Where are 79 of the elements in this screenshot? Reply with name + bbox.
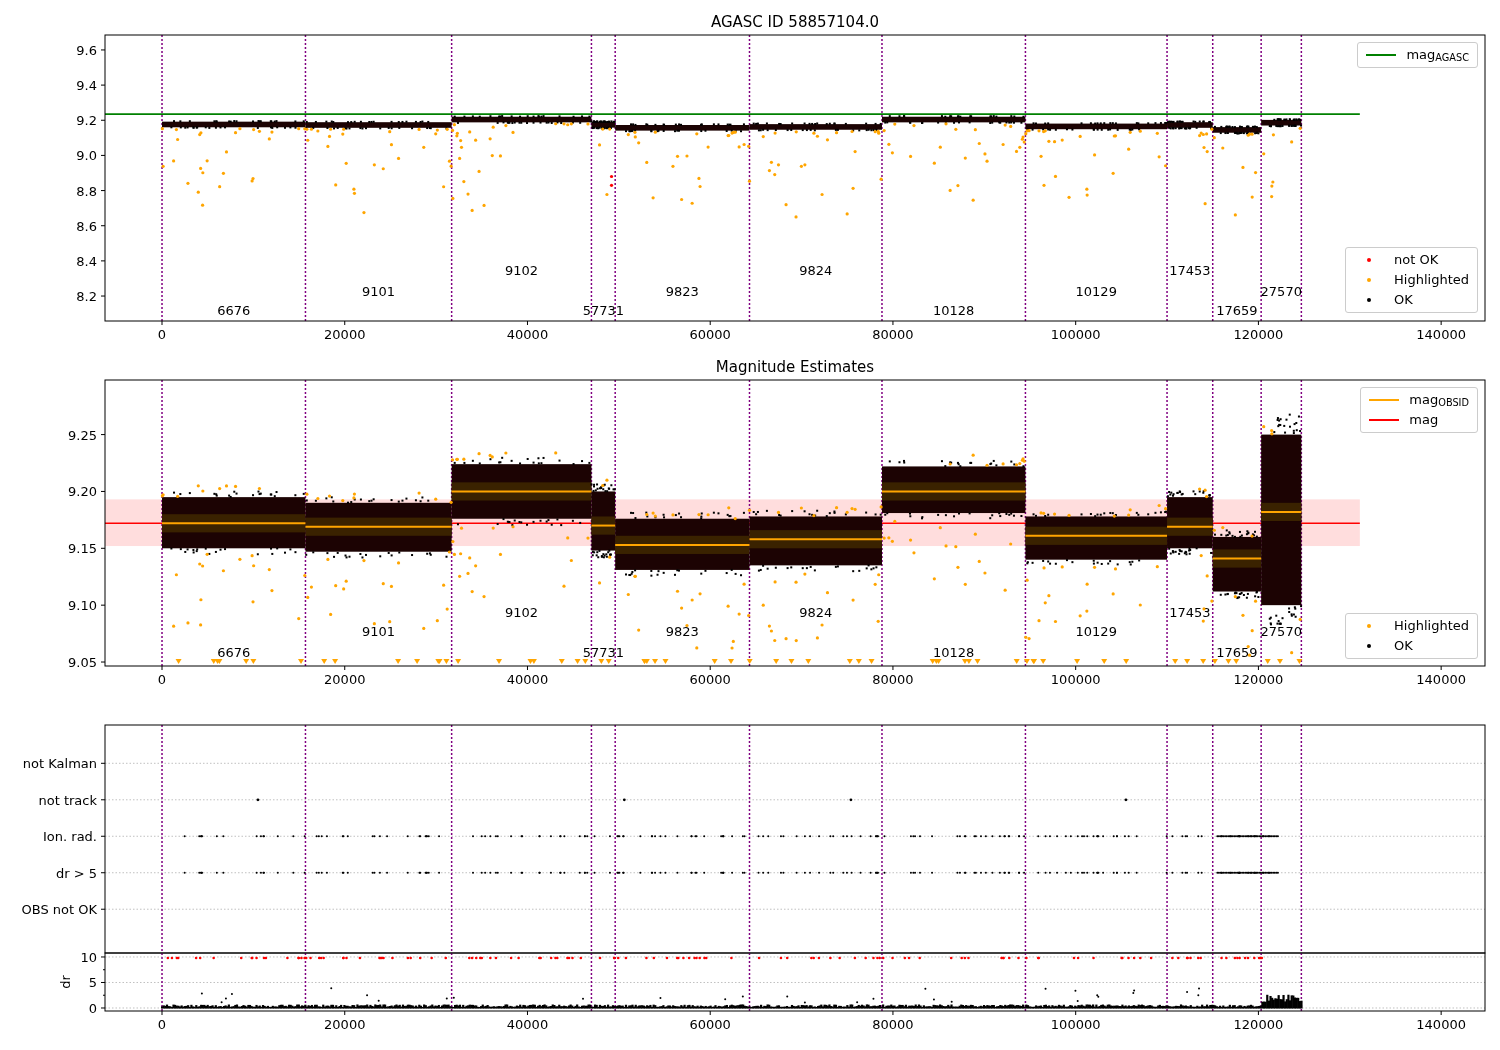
obsid-label: 6676 (217, 303, 251, 319)
tick-label: 10 (80, 950, 97, 965)
legend-label: OK (1394, 637, 1413, 655)
tick-label: 9.4 (76, 78, 97, 94)
tick-label: 80000 (872, 672, 914, 687)
tick-label: 8.2 (76, 289, 97, 305)
obsid-label: 17659 (1216, 644, 1258, 660)
obsid-label: 9102 (505, 262, 539, 278)
tick-label: 8.6 (76, 218, 97, 234)
tick-label: 8.8 (76, 183, 97, 199)
tick-label: 140000 (1416, 1017, 1466, 1032)
tick-label: 80000 (872, 327, 914, 342)
tick-label: 100000 (1050, 327, 1101, 342)
obsid-label: 10128 (933, 303, 975, 319)
tick-label: not Kalman (22, 756, 97, 772)
tick-label: 120000 (1233, 1017, 1284, 1032)
obsid-label: 17453 (1169, 605, 1211, 620)
chart-title: Magnitude Estimates (715, 358, 875, 376)
obsid-label: 10129 (1075, 283, 1117, 299)
obsid-label: 10128 (933, 644, 975, 660)
tick-label: 9.2 (76, 113, 97, 129)
obsid-label: 27570 (1260, 283, 1302, 299)
legend-label: Highlighted (1394, 271, 1469, 289)
tick-label: 9.10 (68, 598, 97, 614)
legend-label: mag (1409, 411, 1439, 429)
legend-label: Highlighted (1394, 617, 1469, 635)
obsid-label: 17659 (1216, 303, 1258, 319)
obsid-label: 9101 (362, 283, 396, 299)
tick-label: 9.20 (68, 484, 97, 500)
tick-label: 60000 (689, 327, 731, 342)
tick-label: 40000 (506, 672, 549, 687)
tick-label: 0 (157, 672, 167, 687)
obsid-label: 9824 (799, 605, 833, 620)
tick-label: 20000 (324, 1017, 366, 1032)
obsid-label: 6676 (217, 644, 251, 660)
obsid-label: 9823 (665, 624, 699, 640)
legend-label: mag$_{OBSID}$ (1409, 391, 1469, 409)
tick-label: 0 (157, 1017, 167, 1032)
tick-label: 0 (157, 327, 167, 342)
obsid-label: 9824 (799, 262, 833, 278)
tick-label: 8.4 (76, 253, 97, 269)
obsid-label: 9102 (505, 605, 539, 620)
tick-label: 100000 (1050, 1017, 1101, 1032)
tick-label: 9.6 (76, 42, 97, 58)
tick-label: 20000 (324, 327, 366, 342)
not-ok-points-drawing (609, 174, 614, 187)
tick-label: 60000 (689, 1017, 731, 1032)
obsid-label: 27570 (1260, 624, 1302, 640)
tick-label: not track (38, 792, 97, 808)
tick-label: 140000 (1416, 672, 1466, 687)
obsid-label: 57731 (582, 644, 624, 660)
tick-label: 40000 (506, 1017, 549, 1032)
obsid-label: 9101 (362, 624, 396, 640)
tick-label: dr > 5 (55, 865, 97, 881)
tick-label: 9.25 (68, 427, 97, 443)
tick-label: 120000 (1233, 672, 1284, 687)
tick-label: 40000 (506, 327, 549, 342)
tick-label: 120000 (1233, 327, 1284, 342)
tick-label: 20000 (324, 672, 366, 687)
chart-title: AGASC ID 58857104.0 (711, 13, 879, 31)
tick-label: 60000 (689, 672, 731, 687)
tick-label: 0 (88, 1001, 97, 1016)
legend-label: not OK (1394, 251, 1439, 269)
obsid-label: 17453 (1169, 262, 1211, 278)
tick-label: 9.05 (68, 655, 97, 670)
tick-label: 9.15 (68, 541, 97, 557)
obsid-label: 10129 (1075, 624, 1117, 640)
tick-label: Ion. rad. (43, 829, 97, 845)
obsid-label: 57731 (582, 303, 624, 319)
tick-label: 140000 (1416, 327, 1466, 342)
tick-label: 80000 (872, 1017, 914, 1032)
tick-label: OBS not OK (21, 902, 97, 918)
obsid-label: 9823 (665, 283, 699, 299)
legend-label: OK (1394, 291, 1413, 309)
legend-label: mag$_{AGASC}$ (1406, 46, 1469, 64)
axis-label: dr (58, 975, 73, 989)
tick-label: 9.0 (76, 148, 97, 164)
tick-label: 100000 (1050, 672, 1101, 687)
tick-label: 5 (88, 975, 97, 991)
